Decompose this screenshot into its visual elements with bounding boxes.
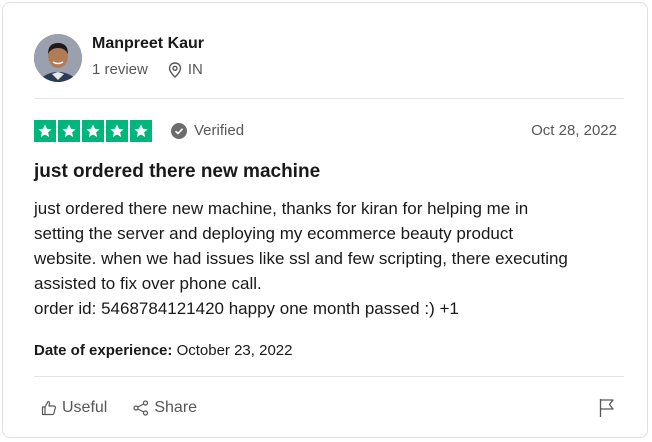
divider (34, 98, 624, 99)
review-line: website. when we had issues like ssl and… (34, 249, 568, 268)
flag-icon (599, 399, 614, 417)
share-button[interactable]: Share (133, 399, 197, 417)
review-line: setting the server and deploying my ecom… (34, 224, 514, 243)
review-date: Oct 28, 2022 (531, 122, 617, 139)
avatar[interactable] (34, 34, 82, 82)
star-rating (34, 120, 152, 142)
verified-badge[interactable]: Verified (171, 122, 244, 139)
useful-button[interactable]: Useful (41, 399, 107, 417)
experience-date: October 23, 2022 (176, 342, 293, 359)
reviewer-country: IN (187, 61, 203, 78)
star-icon (130, 120, 152, 142)
reviewer-name[interactable]: Manpreet Kaur (92, 35, 204, 53)
experience-label: Date of experience: (34, 342, 173, 359)
date-of-experience: Date of experience: October 23, 2022 (34, 342, 292, 359)
review-body: just ordered there new machine, thanks f… (34, 196, 634, 321)
star-icon (82, 120, 104, 142)
check-circle-icon (171, 122, 187, 139)
star-icon (106, 120, 128, 142)
verified-label: Verified (194, 122, 245, 139)
useful-label: Useful (62, 399, 108, 416)
review-actions: Useful Share (41, 399, 197, 417)
reviewer-meta: 1 review IN (92, 61, 203, 78)
star-icon (34, 120, 56, 142)
report-flag-button[interactable] (598, 398, 616, 423)
review-count: 1 review (92, 61, 148, 78)
review-line: order id: 5468784121420 happy one month … (34, 299, 459, 318)
share-label: Share (154, 399, 198, 416)
review-title[interactable]: just ordered there new machine (34, 161, 320, 183)
star-icon (58, 120, 80, 142)
location-pin-icon (168, 61, 182, 78)
review-card: Manpreet Kaur 1 review IN Verified Oct 2… (2, 2, 648, 438)
share-icon (133, 400, 149, 416)
divider (34, 376, 624, 377)
review-line: assisted to fix over phone call. (34, 274, 262, 293)
review-line: just ordered there new machine, thanks f… (34, 199, 529, 218)
thumbs-up-icon (41, 400, 56, 416)
